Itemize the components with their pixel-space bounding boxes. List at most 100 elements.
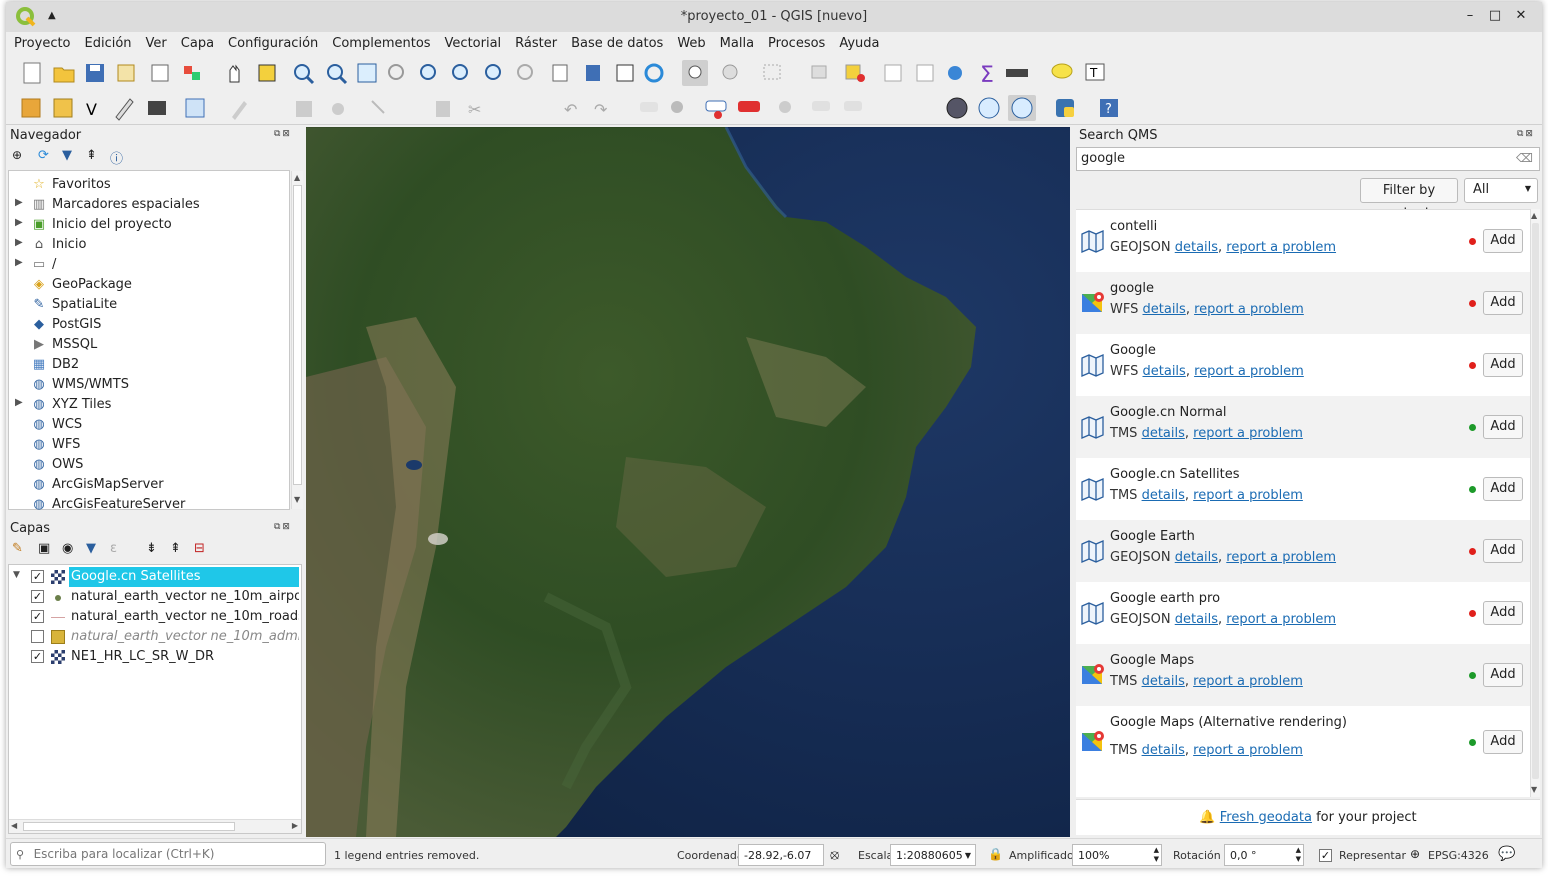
- report-problem-link[interactable]: report a problem: [1226, 550, 1336, 565]
- details-link[interactable]: details: [1142, 488, 1185, 503]
- expand-arrow-icon[interactable]: ▶: [15, 217, 23, 228]
- menu-item[interactable]: Configuración: [220, 32, 324, 51]
- report-problem-link[interactable]: report a problem: [1193, 488, 1303, 503]
- layers-hscrollbar[interactable]: ◀ ▶: [9, 819, 301, 833]
- fresh-geodata-link[interactable]: Fresh geodata: [1220, 810, 1312, 825]
- menu-item[interactable]: Edición: [77, 32, 138, 51]
- filter-legend-icon[interactable]: ▼: [86, 541, 96, 556]
- layer-item[interactable]: ✓ natural_earth_vector ne_10m_roads: [9, 607, 301, 627]
- navigator-item[interactable]: ▶ ⌂ Inicio: [9, 235, 291, 255]
- report-problem-link[interactable]: report a problem: [1194, 364, 1304, 379]
- navigator-item[interactable]: ◍ WMS/WMTS: [9, 375, 291, 395]
- magnifier-field[interactable]: 100% ▲ ▼: [1072, 844, 1162, 866]
- layer-visibility-checkbox[interactable]: ✓: [31, 570, 44, 583]
- crs-globe-icon[interactable]: ⊕: [1410, 847, 1420, 861]
- report-problem-link[interactable]: report a problem: [1193, 674, 1303, 689]
- expand-arrow-icon[interactable]: ▶: [15, 237, 23, 248]
- render-checkbox[interactable]: ✓: [1319, 849, 1332, 862]
- filter-icon[interactable]: ▼: [62, 148, 72, 163]
- layers-dock-buttons[interactable]: ⧉⊠: [274, 522, 292, 532]
- add-selected-icon[interactable]: ⊕: [12, 148, 22, 162]
- navigator-item[interactable]: ◍ ArcGisFeatureServer: [9, 495, 291, 515]
- layer-item[interactable]: ✓ natural_earth_vector ne_10m_airport: [9, 587, 301, 607]
- qms-search-input[interactable]: google ⌫: [1076, 147, 1540, 171]
- info-icon[interactable]: ⓘ: [110, 148, 123, 167]
- menu-item[interactable]: Vectorial: [437, 32, 508, 51]
- layer-visibility-checkbox[interactable]: [31, 630, 44, 643]
- report-problem-link[interactable]: report a problem: [1194, 302, 1304, 317]
- menu-item[interactable]: Base de datos: [563, 32, 669, 51]
- menu-item[interactable]: Ráster: [507, 32, 563, 51]
- magnifier-spin-icon[interactable]: ▲ ▼: [1154, 846, 1159, 864]
- report-problem-link[interactable]: report a problem: [1226, 612, 1336, 627]
- style-panel-icon[interactable]: ✎: [12, 541, 23, 556]
- filter-expression-icon[interactable]: ε: [110, 541, 117, 556]
- layer-item[interactable]: ✓ NE1_HR_LC_SR_W_DR: [9, 647, 301, 667]
- expand-all-icon[interactable]: ⇟: [146, 541, 157, 556]
- navigator-item[interactable]: ◈ GeoPackage: [9, 275, 291, 295]
- navigator-item[interactable]: ◍ ArcGisMapServer: [9, 475, 291, 495]
- details-link[interactable]: details: [1142, 743, 1185, 758]
- menu-item[interactable]: Proyecto: [6, 32, 77, 51]
- details-link[interactable]: details: [1142, 674, 1185, 689]
- report-problem-link[interactable]: report a problem: [1193, 426, 1303, 441]
- collapse-all-icon[interactable]: ⇞: [86, 148, 97, 163]
- layer-visibility-checkbox[interactable]: ✓: [31, 650, 44, 663]
- expand-arrow-icon[interactable]: ▶: [15, 257, 23, 268]
- menu-item[interactable]: Web: [669, 32, 711, 51]
- layer-item[interactable]: natural_earth_vector ne_10m_admin_0: [9, 627, 301, 647]
- messages-icon[interactable]: 💬: [1498, 846, 1515, 862]
- lock-scale-icon[interactable]: 🔒: [988, 847, 1003, 861]
- add-button[interactable]: Add: [1483, 229, 1523, 253]
- qms-scrollbar[interactable]: ▲ ▼: [1530, 209, 1540, 797]
- details-link[interactable]: details: [1143, 302, 1186, 317]
- navigator-item[interactable]: ▶ ▭ /: [9, 255, 291, 275]
- layer-item[interactable]: ▼ ✓ Google.cn Satellites: [9, 567, 301, 587]
- expand-arrow-icon[interactable]: ▶: [15, 197, 23, 208]
- add-button[interactable]: Add: [1483, 477, 1523, 501]
- navigator-item[interactable]: ◆ PostGIS: [9, 315, 291, 335]
- add-button[interactable]: Add: [1483, 601, 1523, 625]
- menu-item[interactable]: Procesos: [760, 32, 831, 51]
- navigator-item[interactable]: ▶ ◍ XYZ Tiles: [9, 395, 291, 415]
- rotation-field[interactable]: 0,0 ° ▲ ▼: [1224, 844, 1304, 866]
- locator-input[interactable]: ⚲ Escriba para localizar (Ctrl+K): [10, 842, 326, 866]
- add-button[interactable]: Add: [1483, 415, 1523, 439]
- add-button[interactable]: Add: [1483, 353, 1523, 377]
- visibility-icon[interactable]: ◉: [62, 541, 73, 556]
- navigator-item[interactable]: ▦ DB2: [9, 355, 291, 375]
- layer-visibility-checkbox[interactable]: ✓: [31, 610, 44, 623]
- add-button[interactable]: Add: [1483, 539, 1523, 563]
- clear-search-icon[interactable]: ⌫: [1516, 151, 1533, 165]
- details-link[interactable]: details: [1142, 426, 1185, 441]
- refresh-icon[interactable]: ⟳: [38, 148, 49, 163]
- details-link[interactable]: details: [1175, 240, 1218, 255]
- close-button[interactable]: ✕: [1512, 8, 1530, 23]
- details-link[interactable]: details: [1143, 364, 1186, 379]
- filter-by-extent-button[interactable]: Filter by extent: [1360, 178, 1458, 221]
- menu-item[interactable]: Ver: [138, 32, 173, 51]
- remove-layer-icon[interactable]: ⊟: [194, 541, 205, 556]
- qms-dock-buttons[interactable]: ⧉⊠: [1517, 129, 1535, 139]
- add-group-icon[interactable]: ▣: [38, 541, 50, 556]
- minimize-button[interactable]: –: [1461, 8, 1479, 23]
- navigator-scrollbar[interactable]: ▲ ▼: [291, 171, 303, 509]
- expand-arrow-icon[interactable]: ▶: [15, 397, 23, 408]
- menu-item[interactable]: Ayuda: [831, 32, 885, 51]
- menu-item[interactable]: Capa: [173, 32, 220, 51]
- report-problem-link[interactable]: report a problem: [1226, 240, 1336, 255]
- report-problem-link[interactable]: report a problem: [1193, 743, 1303, 758]
- navigator-item[interactable]: ☆ Favoritos: [9, 175, 291, 195]
- add-button[interactable]: Add: [1483, 663, 1523, 687]
- maximize-button[interactable]: □: [1486, 8, 1504, 23]
- crs-button[interactable]: EPSG:4326: [1428, 849, 1489, 862]
- toggle-extents-icon[interactable]: ⦻: [830, 847, 839, 863]
- navigator-item[interactable]: ✎ SpatiaLite: [9, 295, 291, 315]
- layer-visibility-checkbox[interactable]: ✓: [31, 590, 44, 603]
- navigator-item[interactable]: ▶ ▣ Inicio del proyecto: [9, 215, 291, 235]
- navigator-item[interactable]: ◍ WFS: [9, 435, 291, 455]
- collapse-all-layers-icon[interactable]: ⇞: [170, 541, 181, 556]
- details-link[interactable]: details: [1175, 550, 1218, 565]
- add-button[interactable]: Add: [1483, 291, 1523, 315]
- navigator-dock-buttons[interactable]: ⧉⊠: [274, 129, 292, 139]
